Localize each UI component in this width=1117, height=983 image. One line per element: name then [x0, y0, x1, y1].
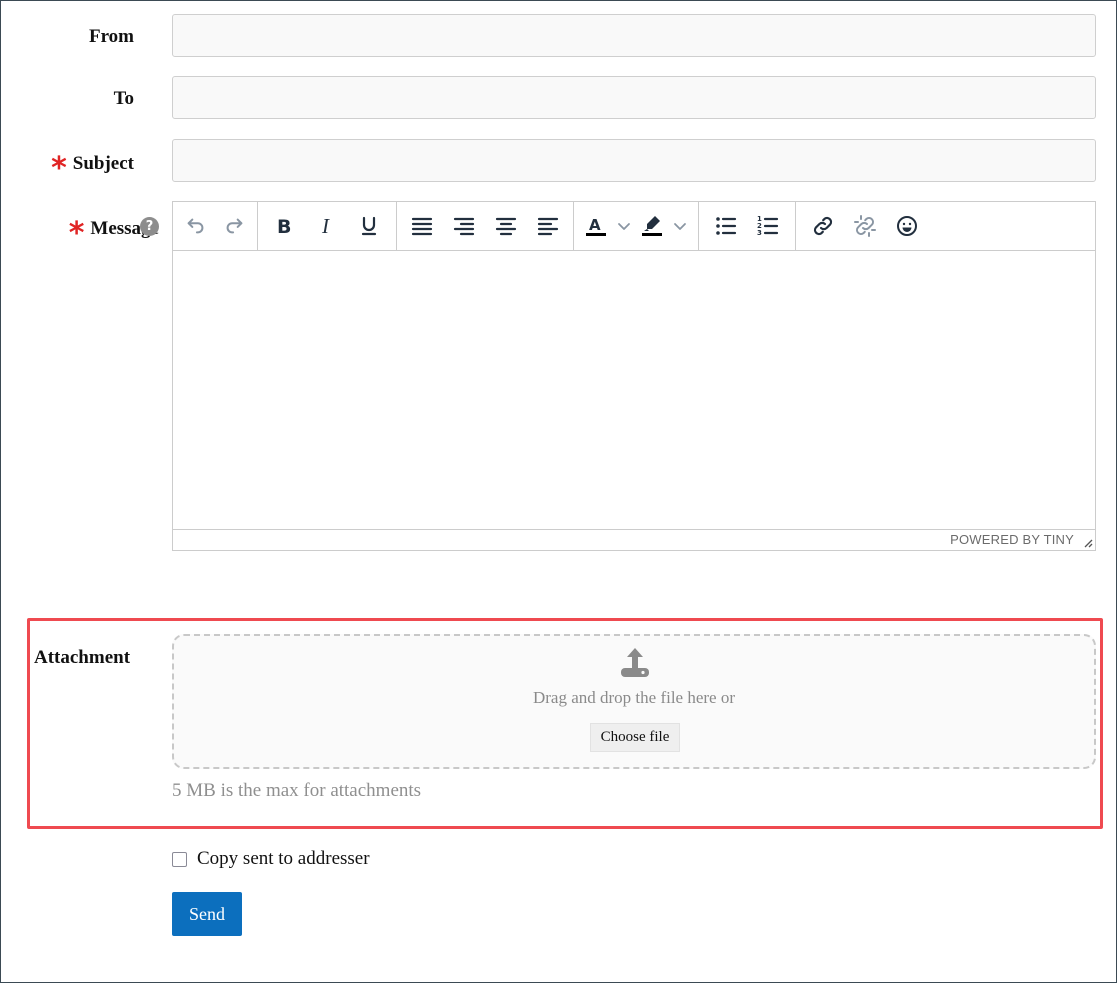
text-color-dropdown[interactable]: [612, 209, 636, 243]
to-label: To: [114, 88, 134, 110]
message-content-area[interactable]: [173, 251, 1095, 529]
upload-icon: [621, 648, 649, 677]
highlight-color-icon: [642, 216, 662, 236]
send-button[interactable]: Send: [172, 892, 242, 936]
subject-label-text: Subject: [72, 152, 134, 174]
emoji-icon: [897, 216, 917, 236]
copy-sent-label[interactable]: Copy sent to addresser: [197, 848, 370, 870]
bullet-list-icon: [716, 217, 737, 235]
align-right-icon: [453, 217, 475, 236]
highlight-color-button[interactable]: [636, 209, 668, 243]
text-color-icon: A: [586, 216, 606, 236]
help-icon[interactable]: ?: [140, 217, 159, 236]
undo-icon: [187, 218, 204, 234]
link-icon: [813, 216, 833, 236]
svg-text:B: B: [277, 216, 291, 237]
editor-statusbar: POWERED BY TINY: [173, 529, 1095, 550]
subject-label: * Subject: [51, 147, 134, 186]
italic-button[interactable]: I: [306, 209, 348, 243]
highlight-color-dropdown[interactable]: [668, 209, 692, 243]
from-field[interactable]: [172, 14, 1096, 57]
copy-sent-row[interactable]: Copy sent to addresser: [172, 848, 370, 870]
drop-instructions: Drag and drop the file here or: [532, 688, 736, 707]
rich-text-editor: B I A 1 2 3 POWERED BY TINY: [172, 201, 1096, 551]
bold-button[interactable]: B: [264, 209, 306, 243]
align-left-button[interactable]: [527, 209, 569, 243]
editor-toolbar: B I A 1 2 3: [173, 202, 1095, 251]
from-label: From: [89, 26, 134, 48]
attachment-label: Attachment: [34, 647, 130, 669]
underline-button[interactable]: [348, 209, 390, 243]
svg-text:I: I: [321, 215, 330, 237]
choose-file-button[interactable]: Choose file: [590, 723, 680, 752]
chevron-down-icon: [618, 223, 630, 230]
italic-icon: I: [321, 215, 330, 237]
chevron-down-icon: [674, 223, 686, 230]
text-color-button[interactable]: A: [580, 209, 612, 243]
svg-text:3: 3: [757, 229, 762, 237]
toolbar-group-align: [397, 202, 574, 250]
attachment-label-text: Attachment: [34, 647, 131, 668]
undo-button[interactable]: [177, 209, 215, 243]
unlink-button[interactable]: [844, 209, 886, 243]
attachment-size-note: 5 MB is the max for attachments: [172, 780, 422, 801]
link-button[interactable]: [802, 209, 844, 243]
toolbar-group-color: A: [574, 202, 699, 250]
subject-field[interactable]: [172, 139, 1096, 182]
to-label-text: To: [113, 88, 134, 109]
required-marker: *: [51, 151, 67, 186]
toolbar-group-format: B I: [258, 202, 397, 250]
align-justify-button[interactable]: [401, 209, 443, 243]
unlink-icon: [854, 215, 876, 237]
to-field[interactable]: [172, 76, 1096, 119]
from-label-text: From: [88, 26, 134, 47]
toolbar-group-lists: 123: [699, 202, 796, 250]
required-marker: *: [68, 216, 85, 251]
align-right-button[interactable]: [443, 209, 485, 243]
align-center-icon: [495, 217, 517, 236]
powered-by-link[interactable]: POWERED BY TINY: [950, 532, 1074, 547]
svg-text:A: A: [589, 216, 601, 234]
underline-icon: [361, 216, 377, 236]
bold-icon: B: [277, 216, 291, 237]
resize-handle-icon[interactable]: [1083, 538, 1093, 548]
redo-button[interactable]: [215, 209, 253, 243]
align-center-button[interactable]: [485, 209, 527, 243]
align-justify-icon: [411, 217, 433, 236]
align-left-icon: [537, 217, 559, 236]
redo-icon: [226, 218, 243, 234]
file-dropzone[interactable]: Drag and drop the file here or Choose fi…: [172, 634, 1096, 769]
toolbar-group-insert: [796, 202, 934, 250]
toolbar-group-history: [173, 202, 258, 250]
emoji-button[interactable]: [886, 209, 928, 243]
copy-sent-checkbox[interactable]: [172, 851, 187, 867]
numbered-list-icon: 123: [757, 215, 779, 237]
bullet-list-button[interactable]: [705, 209, 747, 243]
numbered-list-button[interactable]: 123: [747, 209, 789, 243]
